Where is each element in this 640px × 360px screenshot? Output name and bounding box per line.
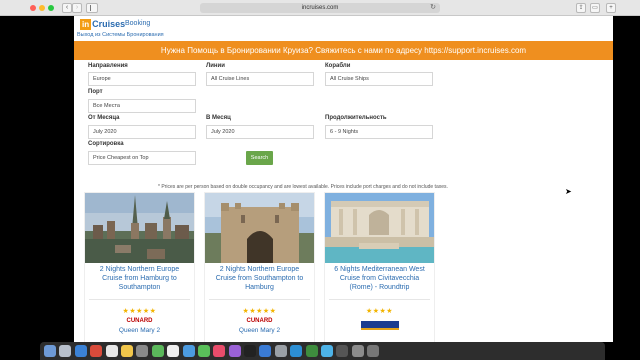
chrome-icon[interactable] (305, 345, 318, 357)
search-button[interactable]: Search (246, 151, 273, 165)
cruise-card[interactable]: 2 Nights Northern Europe Cruise from Ham… (84, 192, 195, 342)
launchpad-icon[interactable] (59, 345, 72, 357)
card-divider (329, 299, 430, 300)
tab-overview-icon[interactable]: ▭ (590, 3, 600, 13)
destination-label: Направления (88, 63, 128, 69)
cruise-card[interactable]: 2 Nights Northern Europe Cruise from Sou… (204, 192, 315, 342)
from-month-select[interactable]: July 2020 (88, 125, 196, 139)
site-header: in Cruises Booking Выход из Системы Брон… (74, 16, 613, 41)
photos-icon[interactable] (167, 345, 180, 357)
cruise-photo-hamburg[interactable] (85, 193, 194, 263)
star-rating: ★★★★★ (122, 308, 157, 315)
lines-label: Линии (206, 63, 225, 69)
logo-in: in (80, 18, 92, 30)
app-store-icon[interactable] (259, 345, 272, 357)
ships-select[interactable]: All Cruise Ships (325, 72, 433, 86)
sidebar-toggle-button[interactable] (86, 3, 98, 13)
reload-icon[interactable]: ↻ (430, 3, 436, 13)
incruises-logo[interactable]: in Cruises (80, 18, 125, 30)
star-rating: ★★★★★ (242, 308, 277, 315)
finder-icon[interactable] (44, 345, 56, 357)
port-select[interactable]: Все Места (88, 99, 196, 113)
to-month-label: В Месяц (206, 115, 231, 121)
notes-icon[interactable] (120, 345, 133, 357)
forward-button[interactable]: › (72, 3, 82, 13)
minimize-window-button[interactable] (39, 5, 45, 11)
downloads-icon[interactable] (351, 345, 364, 357)
telegram-icon[interactable] (290, 345, 303, 357)
price-note: * Prices are per person based on double … (158, 184, 448, 190)
contacts-icon[interactable] (136, 345, 149, 357)
new-tab-icon[interactable]: + (606, 3, 616, 13)
duration-label: Продолжительность (325, 115, 387, 121)
cunard-logo: CUNARD (246, 318, 273, 324)
sort-label: Сортировка (88, 141, 124, 147)
card-divider (89, 299, 190, 300)
cunard-logo: CUNARD (126, 318, 153, 324)
screen: ‹ › incruises.com ↻ ⇪ ▭ + in Cruises Boo… (0, 0, 640, 360)
ship-name[interactable]: Queen Mary 2 (85, 327, 194, 334)
port-label: Порт (88, 89, 103, 95)
address-bar[interactable]: incruises.com ↻ (200, 3, 440, 13)
ships-label: Корабли (325, 63, 351, 69)
terminal-icon[interactable] (336, 345, 349, 357)
back-button[interactable]: ‹ (62, 3, 72, 13)
web-page: in Cruises Booking Выход из Системы Брон… (74, 16, 613, 342)
star-rating: ★★★★ (365, 308, 394, 315)
music-icon[interactable] (213, 345, 226, 357)
skype-icon[interactable] (321, 345, 334, 357)
browser-toolbar: ‹ › incruises.com ↻ ⇪ ▭ + (0, 0, 640, 16)
zoom-window-button[interactable] (48, 5, 54, 11)
destination-select[interactable]: Europe (88, 72, 196, 86)
share-icon[interactable]: ⇪ (576, 3, 586, 13)
mouse-cursor-icon: ➤ (565, 187, 572, 196)
cruise-photo-southampton[interactable] (205, 193, 314, 263)
opera-icon[interactable] (90, 345, 103, 357)
booking-title: Booking (125, 20, 151, 27)
from-month-label: От Месяца (88, 115, 120, 121)
maps-icon[interactable] (151, 345, 164, 357)
card-title[interactable]: 2 Nights Northern Europe Cruise from Ham… (89, 265, 190, 292)
calendar-icon[interactable] (105, 345, 118, 357)
lines-select[interactable]: All Cruise Lines (206, 72, 314, 86)
messages-icon[interactable] (182, 345, 195, 357)
royal-caribbean-logo (361, 321, 399, 330)
address-bar-url: incruises.com (301, 5, 339, 11)
card-title[interactable]: 6 Nights Mediterranean West Cruise from … (329, 265, 430, 292)
logo-cruises: Cruises (92, 19, 126, 29)
help-banner: Нужна Помощь в Бронировании Круиза? Свяж… (74, 41, 613, 60)
system-preferences-icon[interactable] (274, 345, 287, 357)
help-banner-text: Нужна Помощь в Бронировании Круиза? Свяж… (160, 46, 527, 55)
card-divider (209, 299, 310, 300)
cruise-photo-rome[interactable] (325, 193, 434, 263)
trash-icon[interactable] (367, 345, 380, 357)
cruise-card[interactable]: 6 Nights Mediterranean West Cruise from … (324, 192, 435, 342)
facetime-icon[interactable] (197, 345, 210, 357)
close-window-button[interactable] (30, 5, 36, 11)
tv-icon[interactable] (244, 345, 257, 357)
logout-link[interactable]: Выход из Системы Бронирования (77, 32, 164, 38)
podcasts-icon[interactable] (228, 345, 241, 357)
safari-icon[interactable] (74, 345, 87, 357)
duration-select[interactable]: 6 - 9 Nights (325, 125, 433, 139)
card-title[interactable]: 2 Nights Northern Europe Cruise from Sou… (209, 265, 310, 292)
sort-select[interactable]: Price Cheapest on Top (88, 151, 196, 165)
ship-name[interactable]: Queen Mary 2 (205, 327, 314, 334)
macos-dock (40, 342, 605, 360)
to-month-select[interactable]: July 2020 (206, 125, 314, 139)
